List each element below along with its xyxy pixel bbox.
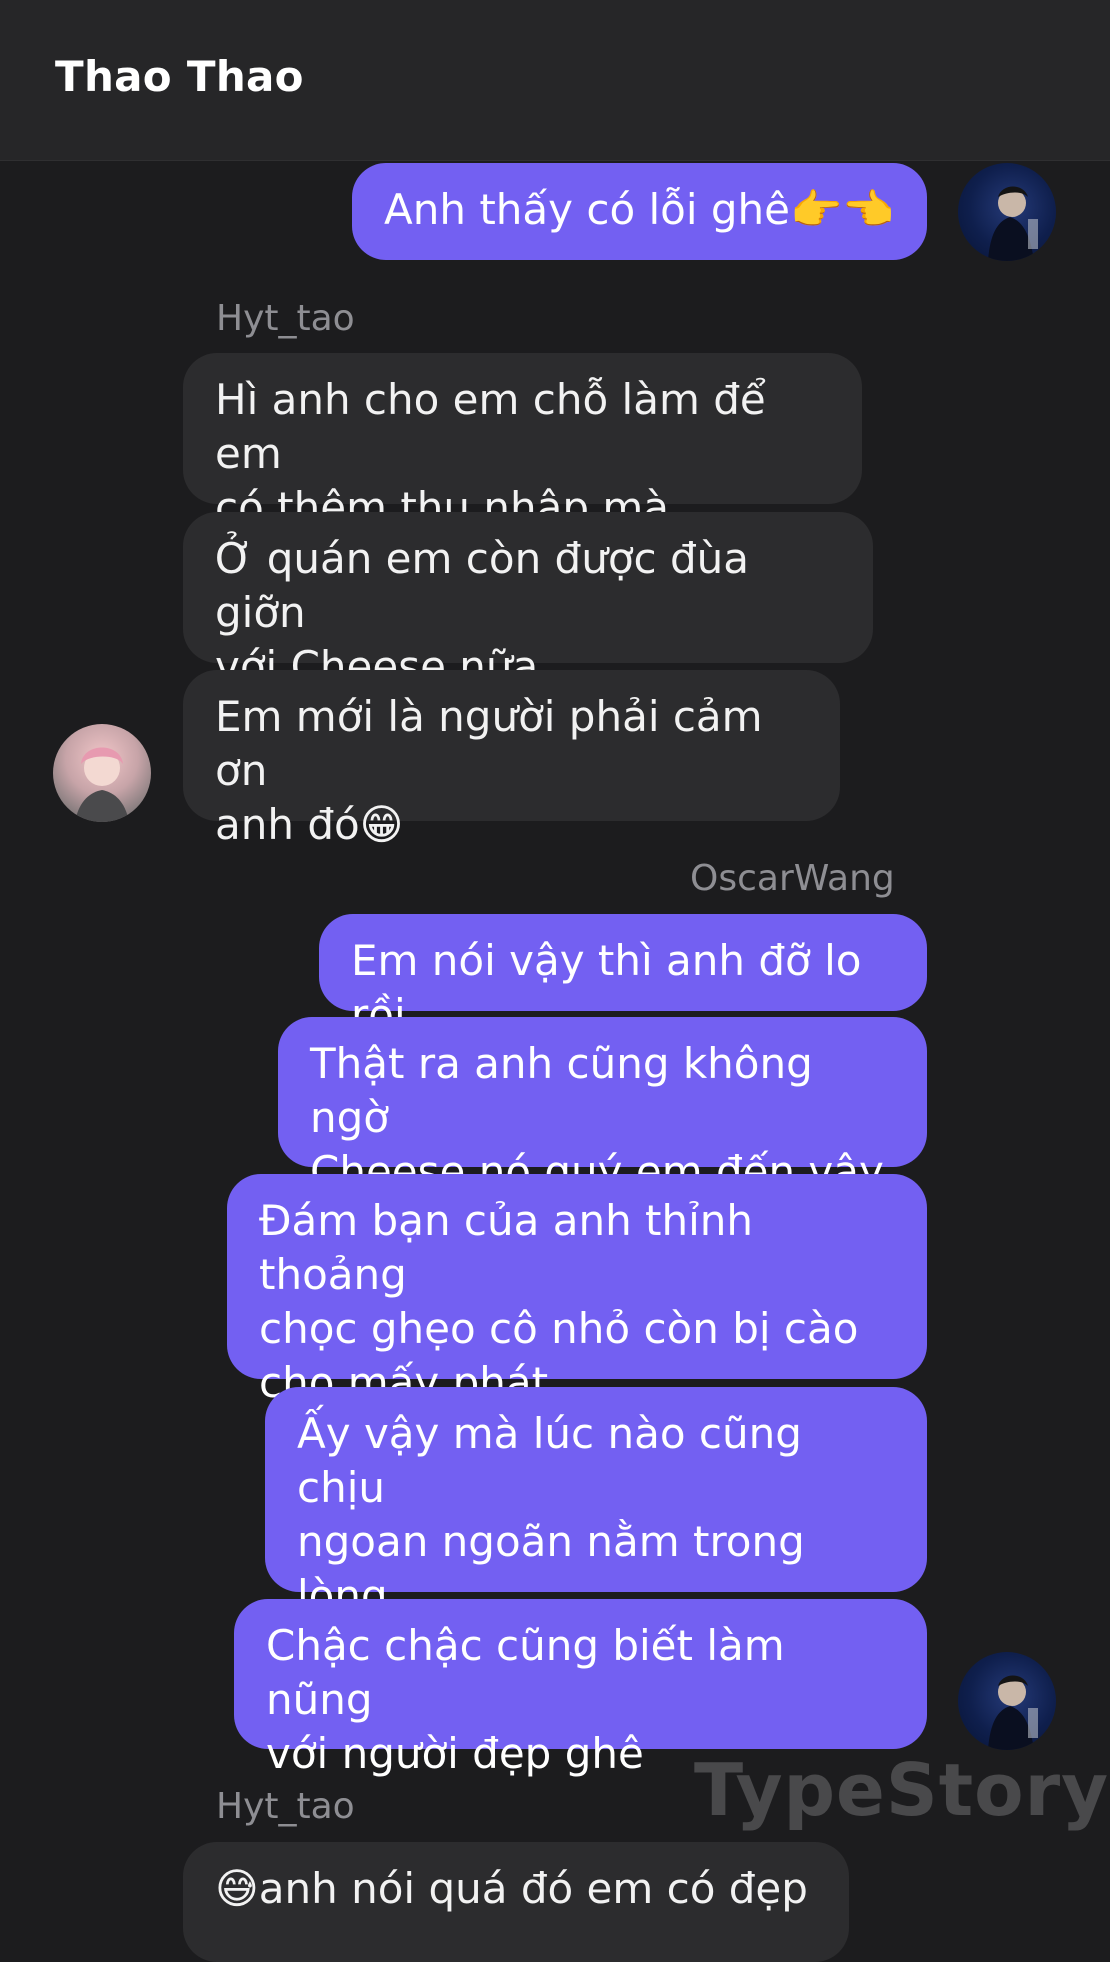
message-bubble-incoming[interactable]: Em mới là người phải cảm ơn anh đó😁 (183, 670, 840, 849)
message-bubble-outgoing[interactable]: Em nói vậy thì anh đỡ lo rồi (319, 914, 927, 1039)
avatar-portrait-icon (988, 1675, 1038, 1750)
message-bubble-outgoing[interactable]: Chậc chậc cũng biết làm nũng với người đ… (234, 1599, 927, 1778)
typestory-watermark: TypeStory (694, 1748, 1110, 1832)
avatar-portrait-icon (75, 747, 129, 822)
avatar-oscarwang[interactable] (958, 163, 1056, 261)
avatar-hyt-tao[interactable] (53, 724, 151, 822)
message-bubble-incoming[interactable]: Hì anh cho em chỗ làm để em có thêm thu … (183, 353, 862, 532)
chat-header: Thao Thao (0, 0, 1110, 161)
avatar-portrait-icon (988, 186, 1038, 261)
message-bubble-outgoing[interactable]: Anh thấy có lỗi ghê👉👈 (352, 163, 927, 260)
message-bubble-outgoing[interactable]: Đám bạn của anh thỉnh thoảng chọc ghẹo c… (227, 1174, 927, 1407)
sender-name: Hyt_tao (216, 1786, 355, 1827)
message-bubble-incoming[interactable]: Ở quán em còn được đùa giỡn với Cheese n… (183, 512, 873, 691)
chat-title[interactable]: Thao Thao (55, 52, 304, 101)
avatar-oscarwang[interactable] (958, 1652, 1056, 1750)
message-bubble-outgoing[interactable]: Thật ra anh cũng không ngờ Cheese nó quý… (278, 1017, 927, 1196)
message-bubble-outgoing[interactable]: Ấy vậy mà lúc nào cũng chịu ngoan ngoãn … (265, 1387, 927, 1674)
sender-name: Hyt_tao (216, 298, 355, 339)
message-bubble-incoming[interactable]: 😅anh nói quá đó em có đẹp (183, 1842, 849, 1962)
sender-name: OscarWang (690, 858, 895, 899)
